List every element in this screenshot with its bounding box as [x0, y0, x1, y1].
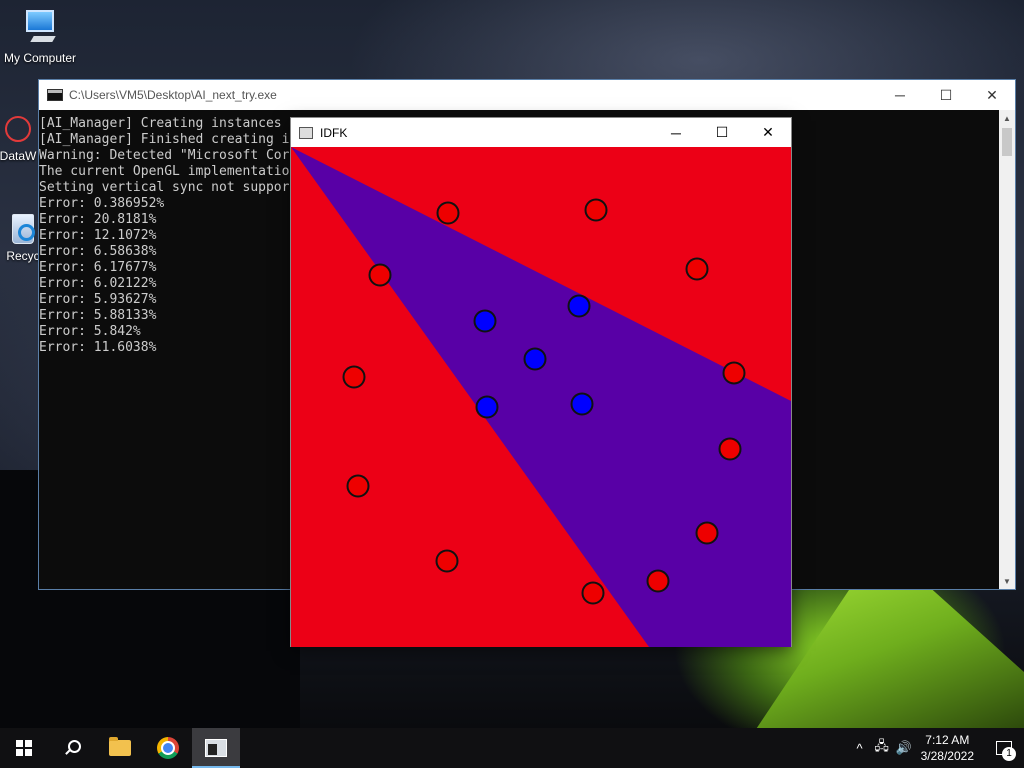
- scroll-up-arrow-icon[interactable]: ▲: [999, 110, 1015, 126]
- red-data-point: [722, 361, 746, 385]
- desktop-icon-label: Recyc: [6, 249, 40, 263]
- maximize-button[interactable]: ☐: [923, 80, 969, 110]
- red-data-point: [695, 521, 719, 545]
- idfk-window[interactable]: IDFK ─ ☐ ✕: [290, 117, 792, 647]
- maximize-button[interactable]: ☐: [699, 118, 745, 148]
- datawarrior-icon: [1, 112, 35, 146]
- red-data-point: [368, 263, 392, 287]
- taskbar-clock[interactable]: 7:12 AM 3/28/2022: [921, 732, 974, 764]
- volume-icon[interactable]: 🔊: [893, 740, 915, 756]
- red-data-point: [436, 201, 460, 225]
- search-icon: [64, 740, 81, 756]
- console-app-icon: [205, 739, 227, 757]
- classification-canvas[interactable]: [291, 147, 791, 647]
- red-data-point: [342, 365, 366, 389]
- idfk-title: IDFK: [320, 125, 348, 140]
- desktop-icon-my-computer[interactable]: My Computer: [0, 8, 80, 65]
- action-center-button[interactable]: 1: [984, 728, 1024, 768]
- taskbar-console-app[interactable]: [192, 728, 240, 768]
- scrollbar-thumb[interactable]: [1002, 128, 1012, 156]
- system-tray: ^ 🖧 🔊 7:12 AM 3/28/2022 1: [849, 728, 1024, 768]
- idfk-titlebar[interactable]: IDFK ─ ☐ ✕: [291, 118, 791, 147]
- taskbar-chrome[interactable]: [144, 728, 192, 768]
- scroll-down-arrow-icon[interactable]: ▼: [999, 573, 1015, 589]
- windows-logo-icon: [16, 740, 32, 756]
- search-button[interactable]: [48, 728, 96, 768]
- red-data-point: [646, 569, 670, 593]
- computer-icon: [18, 8, 62, 48]
- app-window-icon: [299, 126, 313, 139]
- blue-data-point: [473, 309, 497, 333]
- close-button[interactable]: ✕: [745, 118, 791, 148]
- recycle-bin-icon: [8, 210, 38, 246]
- chrome-icon: [157, 737, 179, 759]
- desktop-icon-label: My Computer: [3, 51, 77, 65]
- clock-date: 3/28/2022: [920, 749, 974, 763]
- taskbar: ^ 🖧 🔊 7:12 AM 3/28/2022 1: [0, 728, 1024, 768]
- minimize-button[interactable]: ─: [653, 118, 699, 148]
- red-data-point: [584, 198, 608, 222]
- console-scrollbar[interactable]: ▲ ▼: [999, 110, 1015, 589]
- red-data-point: [435, 549, 459, 573]
- blue-data-point: [523, 347, 547, 371]
- notification-badge: 1: [1002, 747, 1016, 761]
- start-button[interactable]: [0, 728, 48, 768]
- desktop-icon-label: DataW: [0, 149, 37, 163]
- red-data-point: [346, 474, 370, 498]
- clock-time: 7:12 AM: [925, 733, 970, 747]
- console-app-icon: [47, 89, 63, 101]
- console-titlebar[interactable]: C:\Users\VM5\Desktop\AI_next_try.exe ─ ☐…: [39, 80, 1015, 110]
- chevron-up-icon[interactable]: ^: [849, 741, 871, 756]
- blue-data-point: [475, 395, 499, 419]
- minimize-button[interactable]: ─: [877, 80, 923, 110]
- network-icon[interactable]: 🖧: [871, 737, 893, 759]
- blue-data-point: [570, 392, 594, 416]
- blue-data-point: [567, 294, 591, 318]
- red-data-point: [685, 257, 709, 281]
- red-data-point: [718, 437, 742, 461]
- console-title: C:\Users\VM5\Desktop\AI_next_try.exe: [69, 88, 277, 102]
- close-button[interactable]: ✕: [969, 80, 1015, 110]
- file-explorer-icon: [109, 737, 131, 756]
- red-data-point: [581, 581, 605, 605]
- taskbar-file-explorer[interactable]: [96, 728, 144, 768]
